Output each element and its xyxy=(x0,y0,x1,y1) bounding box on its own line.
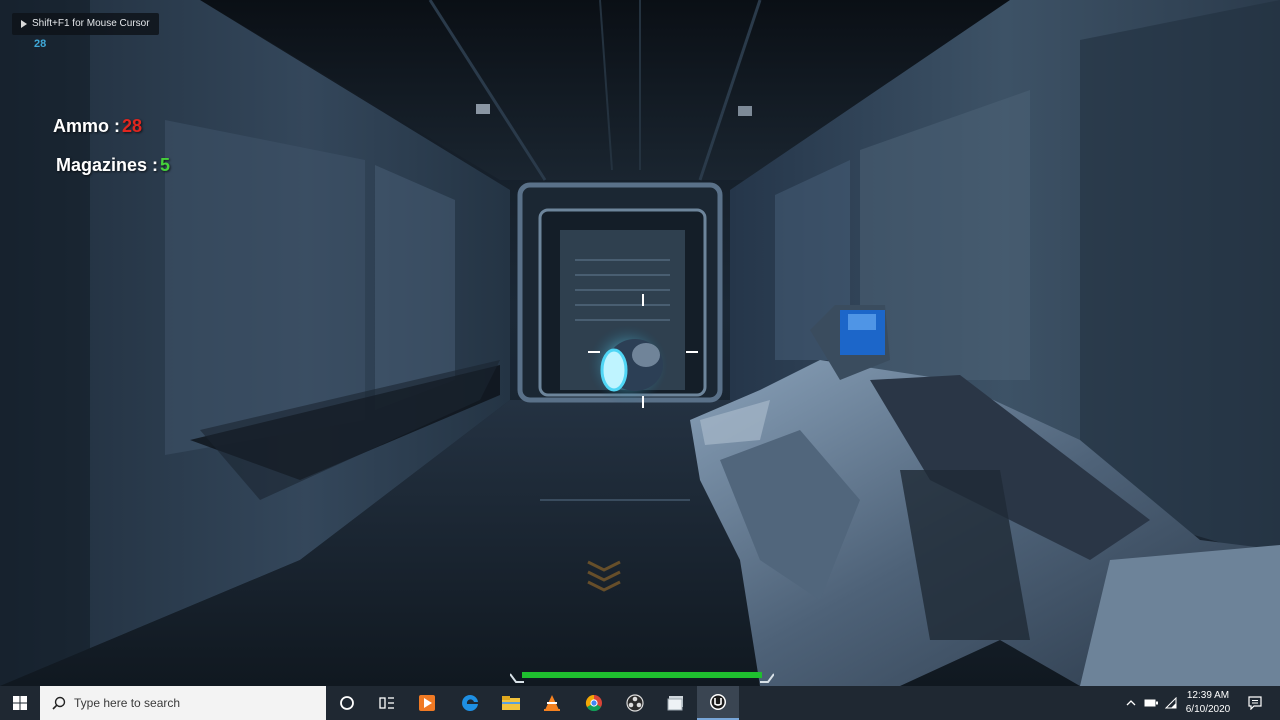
play-icon xyxy=(21,20,27,28)
unreal-engine-button[interactable] xyxy=(697,686,739,720)
obs-icon xyxy=(626,694,644,712)
clock-date: 6/10/2020 xyxy=(1185,704,1231,715)
clock-time: 12:39 AM xyxy=(1186,690,1230,701)
cortana-icon xyxy=(340,696,354,710)
start-button[interactable] xyxy=(0,686,40,720)
obs-button[interactable] xyxy=(614,686,656,720)
magazines-label: Magazines : xyxy=(56,155,159,175)
file-explorer-icon xyxy=(502,696,520,710)
media-player-icon xyxy=(419,695,435,711)
ammo-counter: Ammo :28 xyxy=(53,116,142,137)
vlc-button[interactable] xyxy=(531,686,573,720)
search-input[interactable] xyxy=(74,696,314,710)
file-explorer-button[interactable] xyxy=(490,686,532,720)
taskbar-clock[interactable]: 12:39 AM 6/10/2020 xyxy=(1180,689,1236,717)
task-view-button[interactable] xyxy=(366,686,408,720)
magazines-counter: Magazines :5 xyxy=(56,155,170,176)
chrome-icon xyxy=(585,694,602,712)
battery-icon xyxy=(1144,699,1158,707)
mouse-cursor-hint-text: Shift+F1 for Mouse Cursor xyxy=(32,18,150,29)
game-viewport[interactable]: Shift+F1 for Mouse Cursor 28 Ammo :28 Ma… xyxy=(0,0,1280,686)
edge-button[interactable] xyxy=(449,686,491,720)
wifi-icon xyxy=(1165,697,1177,709)
chevron-up-icon xyxy=(1126,700,1136,706)
crosshair xyxy=(588,294,698,408)
unreal-engine-icon xyxy=(710,694,726,710)
edge-icon xyxy=(462,694,478,711)
task-view-icon xyxy=(379,697,394,709)
fps-counter: 28 xyxy=(34,38,47,50)
photos-icon xyxy=(667,696,683,711)
cortana-button[interactable] xyxy=(326,686,368,720)
magazines-value: 5 xyxy=(160,155,171,175)
notification-icon xyxy=(1248,696,1262,710)
chrome-button[interactable] xyxy=(573,686,615,720)
start-icon xyxy=(13,696,27,710)
media-player-button[interactable] xyxy=(406,686,448,720)
taskbar-search[interactable] xyxy=(40,686,326,720)
tray-overflow-button[interactable] xyxy=(1122,686,1140,720)
health-bar xyxy=(510,670,774,684)
photos-button[interactable] xyxy=(655,686,697,720)
battery-button[interactable] xyxy=(1142,686,1160,720)
windows-taskbar: 12:39 AM 6/10/2020 xyxy=(0,686,1280,720)
health-bar-fill xyxy=(522,672,762,678)
notification-button[interactable] xyxy=(1244,686,1266,720)
ammo-label: Ammo : xyxy=(53,116,120,136)
ammo-value: 28 xyxy=(122,116,143,136)
vlc-icon xyxy=(544,695,560,711)
mouse-cursor-hint: Shift+F1 for Mouse Cursor xyxy=(12,13,159,35)
search-icon xyxy=(52,696,66,710)
wifi-button[interactable] xyxy=(1162,686,1180,720)
